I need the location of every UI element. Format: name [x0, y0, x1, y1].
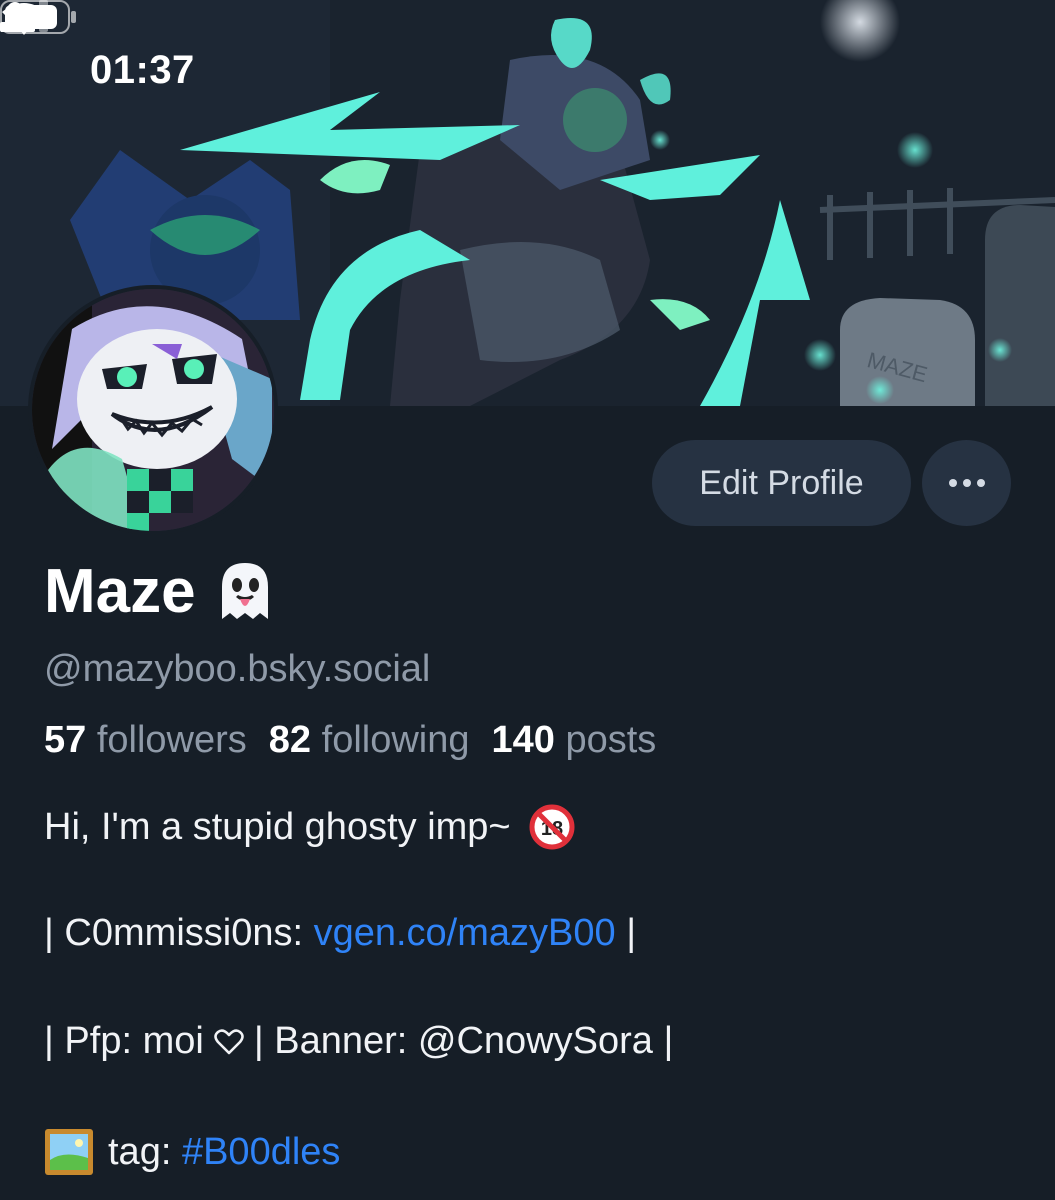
followers-stat[interactable]: 57 followers [44, 719, 247, 761]
bio-line-credits: | Pfp: moi | Banner: @CnowySora | [44, 1020, 673, 1063]
posts-count: 140 [491, 719, 555, 761]
commissions-link[interactable]: vgen.co/mazyB00 [314, 912, 616, 955]
bio-line-tag: tag: #B00dles [44, 1128, 340, 1176]
bio-intro-text: Hi, I'm a stupid ghosty imp~ [44, 805, 511, 848]
pipe-separator: | [44, 1020, 54, 1062]
pipe-separator: | [615, 912, 637, 954]
ellipsis-icon [948, 479, 957, 487]
framed-picture-emoji [45, 1129, 93, 1175]
edit-profile-button[interactable]: Edit Profile [652, 440, 911, 526]
profile-handle: @mazyboo.bsky.social [44, 648, 431, 690]
following-stat[interactable]: 82 following [269, 719, 470, 761]
battery-icon [0, 0, 76, 34]
profile-avatar[interactable] [28, 285, 278, 535]
followers-count: 57 [44, 719, 87, 761]
commissions-label: C0mmissi0ns: [53, 912, 314, 954]
following-count: 82 [268, 719, 312, 761]
tag-label: tag: [108, 1130, 182, 1173]
heart-icon [214, 1028, 244, 1054]
no-under-18-emoji: 18 [529, 804, 575, 850]
avatar-artwork [32, 289, 274, 531]
following-label: following [321, 719, 470, 761]
display-name-text: Maze [44, 557, 196, 626]
status-time: 01:37 [90, 48, 195, 92]
pfp-credit-text: Pfp: moi [53, 1020, 204, 1062]
ellipsis-dot [976, 479, 985, 487]
posts-stat: 140 posts [492, 719, 657, 761]
bio-line-commissions: | C0mmissi0ns: vgen.co/mazyB00 | [44, 912, 636, 955]
bio-line-intro: Hi, I'm a stupid ghosty imp~ 18 [44, 804, 575, 850]
more-options-button[interactable] [922, 440, 1011, 526]
ghost-emoji [221, 562, 268, 619]
ellipsis-dot [962, 479, 971, 487]
profile-stats: 57 followers 82 following 140 posts [44, 719, 656, 762]
hashtag-link[interactable]: #B00dles [182, 1131, 340, 1174]
display-name: Maze [44, 556, 278, 627]
followers-label: followers [96, 719, 247, 761]
profile-screen: MAZE 01:37 Edit Profile Maze @mazyboo.bs… [0, 0, 1055, 1200]
banner-credit-text: | Banner: @CnowySora | [253, 1020, 674, 1062]
posts-label: posts [565, 719, 657, 761]
pipe-separator: | [44, 912, 54, 954]
